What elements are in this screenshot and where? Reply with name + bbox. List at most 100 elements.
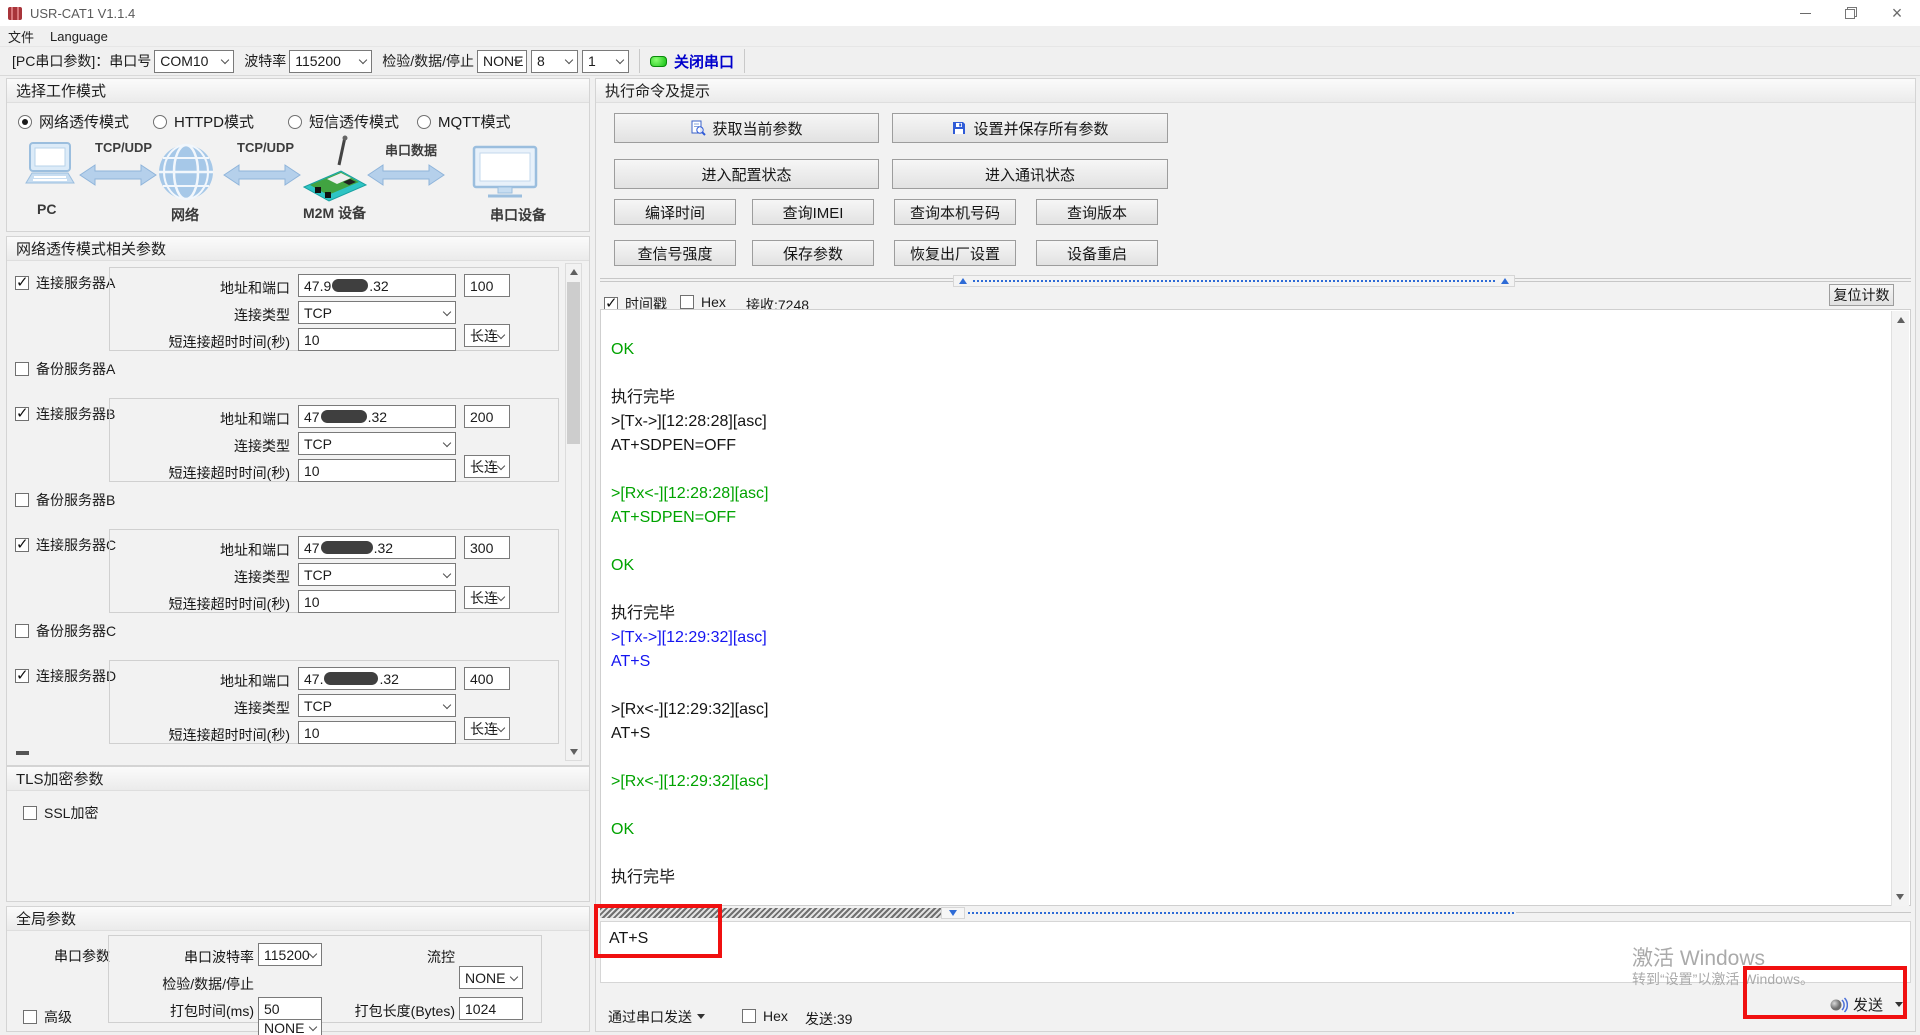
search-doc-icon [690, 120, 706, 136]
send-splitter[interactable] [600, 907, 1911, 920]
server-b-type-select[interactable]: TCP [298, 432, 456, 455]
server-b-port-input[interactable]: 200 [464, 405, 510, 428]
device-restart-button[interactable]: 设备重启 [1036, 240, 1158, 266]
backup-a-checkbox[interactable]: 备份服务器A [15, 359, 115, 379]
global-fieldset: 串口波特率 115200 流控 NONE 检验/数据/停止 NONE 8 1 打… [108, 935, 542, 1023]
set-save-params-button[interactable]: 设置并保存所有参数 [892, 113, 1168, 143]
server-d-type-select[interactable]: TCP [298, 694, 456, 717]
scrollbar-thumb[interactable] [567, 282, 580, 444]
toolbar-separator [639, 49, 640, 73]
save-params-button[interactable]: 保存参数 [752, 240, 874, 266]
redacted-text [321, 541, 373, 554]
server-b-keep-select[interactable]: 长连 [464, 455, 510, 478]
net-params-scrollbar[interactable] [565, 263, 582, 761]
query-imei-button[interactable]: 查询IMEI [752, 199, 874, 225]
server-a-port-input[interactable]: 100 [464, 274, 510, 297]
pack-length-input[interactable]: 1024 [459, 997, 523, 1020]
restore-button[interactable] [1828, 0, 1874, 26]
server-c-checkbox[interactable]: 连接服务器C [15, 535, 116, 555]
checkbox-icon [15, 493, 29, 507]
radio-net-transparent[interactable]: 网络透传模式 [18, 111, 129, 132]
server-a-checkbox[interactable]: 连接服务器A [15, 273, 115, 293]
log-line [611, 530, 1886, 554]
databits-select[interactable]: 8 [531, 50, 578, 73]
radio-sms-transparent[interactable]: 短信透传模式 [288, 111, 399, 132]
log-line: AT+S [611, 650, 1886, 674]
scroll-up-icon[interactable] [570, 269, 578, 275]
menu-file[interactable]: 文件 [0, 25, 42, 48]
log-line: >[Tx->][12:28:28][asc] [611, 410, 1886, 434]
backup-b-checkbox[interactable]: 备份服务器B [15, 490, 115, 510]
menu-bar: 文件 Language [0, 26, 1920, 46]
compile-time-button[interactable]: 编译时间 [614, 199, 736, 225]
server-a-type-select[interactable]: TCP [298, 301, 456, 324]
menu-language[interactable]: Language [42, 27, 116, 46]
log-scrollbar[interactable] [1891, 311, 1909, 906]
server-d-checkbox[interactable]: 连接服务器D [15, 666, 116, 686]
log-line [611, 674, 1886, 698]
server-c-port-input[interactable]: 300 [464, 536, 510, 559]
global-flow-select[interactable]: NONE [459, 966, 523, 989]
server-c-keep-select[interactable]: 长连 [464, 586, 510, 609]
ssl-checkbox[interactable]: SSL加密 [23, 803, 98, 823]
query-signal-button[interactable]: 查信号强度 [614, 240, 736, 266]
radio-mqtt[interactable]: MQTT模式 [417, 111, 511, 132]
factory-reset-button[interactable]: 恢复出厂设置 [894, 240, 1016, 266]
server-b-address-input[interactable]: 47.32 [298, 405, 456, 428]
stopbits-select[interactable]: 1 [582, 50, 629, 73]
server-c-timeout-input[interactable]: 10 [298, 590, 456, 613]
reset-count-button[interactable]: 复位计数 [1829, 284, 1894, 306]
server-a-timeout-input[interactable]: 10 [298, 328, 456, 351]
port-open-led-icon [650, 56, 667, 67]
server-d-port-input[interactable]: 400 [464, 667, 510, 690]
serial-params-label: 串口参数 [54, 946, 110, 966]
log-area[interactable]: OK 执行完毕>[Tx->][12:28:28][asc]AT+SDPEN=OF… [600, 309, 1911, 906]
query-number-button[interactable]: 查询本机号码 [894, 199, 1016, 225]
global-baud-select[interactable]: 115200 [258, 943, 322, 966]
log-line: 执行完毕 [611, 386, 1886, 410]
server-b-checkbox[interactable]: 连接服务器B [15, 404, 115, 424]
log-line [611, 746, 1886, 770]
chevron-down-icon [514, 57, 523, 66]
query-version-button[interactable]: 查询版本 [1036, 199, 1158, 225]
enter-comm-button[interactable]: 进入通讯状态 [892, 159, 1168, 189]
log-splitter[interactable] [600, 275, 1911, 287]
send-via-dropdown[interactable]: 通过串口发送 [608, 1007, 705, 1027]
net-params-group: 网络透传模式相关参数 连接服务器A 地址和端口 47.9.32 100 连接类型… [6, 236, 590, 766]
com-port-select[interactable]: COM10 [154, 50, 234, 73]
server-a-address-input[interactable]: 47.9.32 [298, 274, 456, 297]
server-a-keep-select[interactable]: 长连 [464, 324, 510, 347]
enter-config-button[interactable]: 进入配置状态 [614, 159, 879, 189]
scrolled-content-fragment [16, 751, 29, 755]
server-d-timeout-input[interactable]: 10 [298, 721, 456, 744]
advanced-checkbox[interactable]: 高级 [23, 1007, 72, 1027]
server-c-address-input[interactable]: 47.32 [298, 536, 456, 559]
recv-hex-checkbox[interactable]: Hex [680, 294, 726, 310]
pack-time-input[interactable]: 50 [258, 997, 322, 1020]
server-b-timeout-input[interactable]: 10 [298, 459, 456, 482]
app-window: USR-CAT1 V1.1.4 × 文件 Language [PC串口参数]：串… [0, 0, 1920, 1035]
splitter-arrow-icon [949, 910, 957, 916]
send-hex-checkbox[interactable]: Hex [742, 1008, 788, 1024]
close-button[interactable]: × [1874, 0, 1920, 26]
server-c-type-select[interactable]: TCP [298, 563, 456, 586]
command-group: 执行命令及提示 获取当前参数 设置并保存所有参数 进入配置状态 进入通讯状态 编… [595, 78, 1916, 1032]
close-port-button[interactable]: 关闭串口 [674, 51, 734, 72]
net-params-title: 网络透传模式相关参数 [7, 237, 589, 261]
checkbox-icon [23, 1010, 37, 1024]
backup-c-checkbox[interactable]: 备份服务器C [15, 621, 116, 641]
chevron-down-icon [309, 951, 318, 960]
baud-select[interactable]: 115200 [289, 50, 372, 73]
redacted-text [321, 410, 367, 423]
checkbox-icon [15, 669, 29, 683]
parity-select[interactable]: NONE [477, 50, 527, 73]
server-d-address-input[interactable]: 47..32 [298, 667, 456, 690]
radio-httpd[interactable]: HTTPD模式 [153, 111, 254, 132]
server-d-keep-select[interactable]: 长连 [464, 717, 510, 740]
get-params-button[interactable]: 获取当前参数 [614, 113, 879, 143]
minimize-button[interactable] [1782, 0, 1828, 26]
scroll-up-icon[interactable] [1897, 317, 1905, 323]
splitter-handle[interactable] [941, 907, 965, 919]
scroll-down-icon[interactable] [570, 749, 578, 755]
scroll-down-icon[interactable] [1896, 894, 1904, 900]
